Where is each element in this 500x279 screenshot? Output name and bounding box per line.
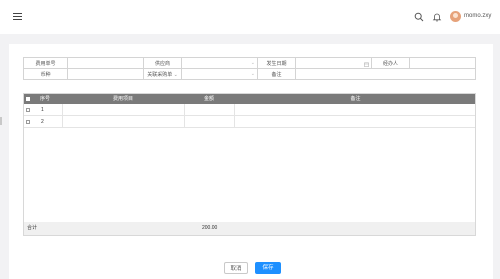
total-amount: 200.00 [202, 225, 218, 231]
row-remark[interactable] [236, 116, 475, 128]
row-item[interactable] [64, 116, 182, 128]
avatar[interactable] [450, 11, 461, 22]
related-order-field[interactable]: ⌄ [181, 68, 258, 80]
supplier-label: 供应商 [143, 57, 182, 69]
chevron-down-icon: ⌄ [250, 60, 255, 66]
row-amount[interactable] [186, 104, 232, 116]
calendar-icon [364, 62, 369, 67]
sidebar-edge-handle[interactable] [0, 117, 2, 125]
row-index: 1 [41, 107, 44, 113]
table-row[interactable]: 2 [24, 116, 475, 128]
save-button[interactable]: 保存 [255, 262, 281, 274]
remark-field[interactable] [295, 68, 476, 80]
handler-label: 经办人 [371, 57, 410, 69]
table-footer: 合计 200.00 [24, 222, 475, 235]
search-icon[interactable] [414, 12, 424, 22]
column-divider [234, 104, 235, 128]
related-order-label: 关联采购单 [147, 71, 173, 78]
row-checkbox[interactable] [26, 120, 30, 124]
menu-fold-icon[interactable] [13, 13, 22, 20]
date-label: 发生日期 [257, 57, 296, 69]
bell-icon[interactable] [432, 12, 442, 22]
row-amount[interactable] [186, 116, 232, 128]
handler-field[interactable] [409, 57, 476, 69]
total-label: 合计 [27, 225, 38, 231]
date-picker[interactable] [295, 57, 372, 69]
supplier-select[interactable]: ⌄ [181, 57, 258, 69]
chevron-down-icon: ⌄ [172, 71, 178, 78]
column-divider [62, 104, 63, 128]
expense-items-table: 序号 费用项目 金额 备注 1 2 合计 200.00 [23, 93, 476, 236]
row-item[interactable] [64, 104, 182, 116]
row-index: 2 [41, 119, 44, 125]
expense-no-field[interactable] [67, 57, 144, 69]
table-row[interactable]: 1 [24, 104, 475, 116]
expense-form: 费用单号 供应商 ⌄ 发生日期 经办人 币种 关联采购单 ⌄ ⌄ 备注 [23, 57, 476, 80]
expense-no-label: 费用单号 [23, 57, 68, 69]
col-amount: 金额 [203, 96, 214, 102]
col-remark: 备注 [350, 96, 361, 102]
column-divider [184, 104, 185, 128]
remark-label: 备注 [257, 68, 296, 80]
col-index: 序号 [40, 96, 51, 102]
currency-field[interactable] [67, 68, 144, 80]
select-all-checkbox[interactable] [26, 97, 30, 101]
related-order-select[interactable]: 关联采购单 ⌄ [143, 68, 182, 80]
row-checkbox[interactable] [26, 108, 30, 112]
currency-label: 币种 [23, 68, 68, 80]
table-header: 序号 费用项目 金额 备注 [24, 94, 475, 104]
col-item: 费用项目 [112, 96, 133, 102]
cancel-button[interactable]: 取消 [224, 262, 248, 274]
top-bar: momo.zxy [0, 0, 500, 34]
row-remark[interactable] [236, 104, 475, 116]
chevron-down-icon: ⌄ [250, 71, 255, 77]
user-name[interactable]: momo.zxy [464, 13, 491, 19]
